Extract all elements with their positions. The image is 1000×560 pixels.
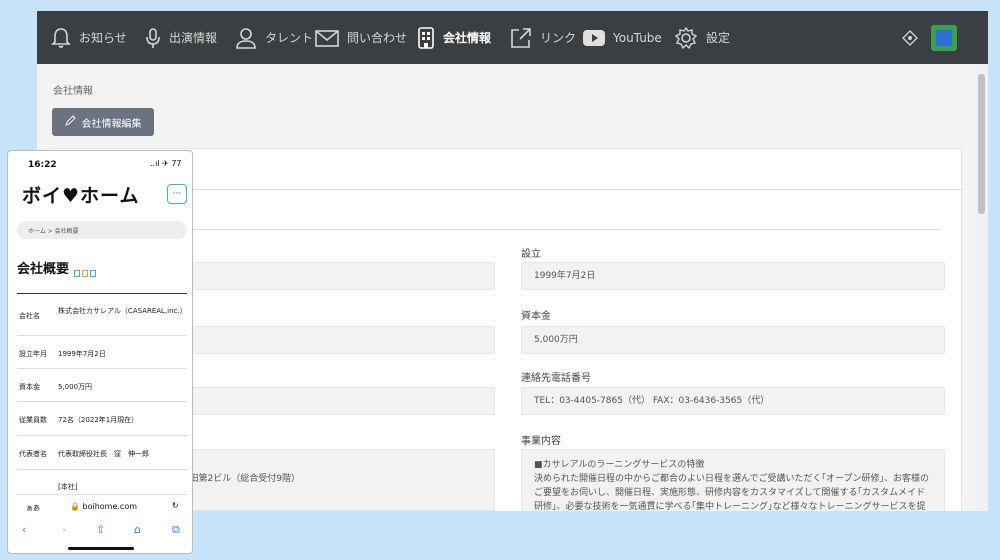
avatar-image [936, 30, 952, 46]
table-row: 代表者名 代表取締役社長 窪 伸一郎 [17, 436, 187, 470]
business-field[interactable]: ■カサレアルのラーニングサービスの特徴 決められた開催日程の中からご都合のよい日… [521, 449, 945, 511]
row-key: 従業員数 [19, 416, 47, 424]
nav-item-contact[interactable]: 問い合わせ [315, 11, 407, 64]
nav-item-news[interactable]: お知らせ [51, 11, 127, 64]
phone-breadcrumb[interactable]: ホーム > 会社概要 [17, 221, 187, 239]
established-field[interactable]: 1999年7月2日 [521, 262, 945, 290]
page-breadcrumb: 会社情報 [53, 86, 93, 97]
nav-label-links: リンク [540, 31, 577, 45]
nav-item-youtube[interactable]: YouTube [583, 11, 662, 64]
reload-icon[interactable]: ↻ [172, 501, 179, 510]
bell-icon [51, 27, 71, 49]
row-value: 株式会社カサレアル（CASAREAL,inc.） [58, 307, 187, 315]
nav-label-company: 会社情報 [443, 31, 492, 45]
gear-icon [674, 26, 698, 50]
top-navigation: お知らせ 出演情報 タレント 問い合わせ 会社情報 リンク YouTube 設定 [37, 11, 988, 64]
user-icon [235, 27, 257, 49]
row-value: 5,000万円 [58, 383, 93, 391]
menu-button[interactable]: ··· [167, 184, 187, 204]
phone-label: 連絡先電話番号 [521, 373, 591, 384]
nav-label-news: お知らせ [79, 31, 127, 45]
youtube-icon [583, 29, 605, 46]
forward-icon[interactable]: › [62, 523, 66, 536]
tabs-icon[interactable]: ⧉ [172, 523, 180, 537]
phone-field[interactable]: TEL：03-4405-7865（代） FAX：03-6436-3565（代） [521, 387, 945, 415]
phone-toolbar: ‹ › ⇧ ⌂ ⧉ [8, 521, 192, 543]
row-key: 会社名 [19, 312, 40, 320]
nav-item-appearances[interactable]: 出演情報 [145, 11, 217, 64]
nav-item-company[interactable]: 会社情報 [417, 11, 491, 64]
table-row: [本社] [17, 470, 187, 494]
table-row: 設立年月 1999年7月2日 [17, 336, 187, 369]
nav-label-settings: 設定 [706, 31, 731, 45]
edit-company-button[interactable]: 会社情報編集 [52, 108, 154, 136]
mail-icon [315, 28, 339, 48]
row-key: 代表者名 [19, 450, 47, 458]
nav-label-talent: タレント [265, 31, 314, 45]
share-icon[interactable]: ⇧ [96, 523, 105, 536]
target-button[interactable] [902, 11, 918, 64]
phone-time: 16:22 [28, 160, 57, 170]
row-key: 資本金 [19, 383, 40, 391]
crosshair-icon [902, 29, 918, 46]
back-icon[interactable]: ‹ [22, 523, 26, 536]
table-row: 従業員数 72名（2022年1月現在） [17, 402, 187, 436]
bookmarks-icon[interactable]: ⌂ [134, 523, 141, 536]
capital-label: 資本金 [521, 311, 551, 322]
nav-label-appearances: 出演情報 [169, 31, 218, 45]
avatar[interactable] [931, 25, 957, 51]
phone-status-icons: ..ıl ✈ 77 [150, 159, 182, 168]
external-link-icon [510, 27, 532, 49]
home-indicator [68, 547, 134, 550]
row-key: 設立年月 [19, 350, 47, 358]
table-row: 会社名 株式会社カサレアル（CASAREAL,inc.） [17, 294, 187, 336]
business-label: 事業内容 [521, 436, 561, 447]
row-value: [本社] [58, 483, 78, 491]
url-text[interactable]: 🔒 boihome.com [70, 502, 137, 511]
page-scrollbar[interactable] [976, 64, 988, 511]
building-icon [417, 26, 435, 49]
established-label: 設立 [521, 249, 541, 260]
table-row: 資本金 5,000万円 [17, 369, 187, 402]
title-decoration [74, 262, 98, 281]
nav-item-links[interactable]: リンク [510, 11, 576, 64]
microphone-icon [145, 27, 161, 49]
phone-url-bar[interactable]: ぁあ 🔒 boihome.com ↻ [14, 494, 188, 518]
nav-label-contact: 問い合わせ [347, 31, 408, 45]
phone-page-title: 会社概要 [17, 262, 70, 277]
scrollbar-thumb[interactable] [978, 74, 985, 214]
row-value: 72名（2022年1月現在） [58, 416, 139, 424]
edit-company-label: 会社情報編集 [81, 118, 142, 130]
phone-status-bar: 16:22 ..ıl ✈ 77 [8, 151, 192, 177]
nav-label-youtube: YouTube [613, 30, 662, 45]
text-size-button[interactable]: ぁあ [26, 503, 40, 513]
nav-item-talent[interactable]: タレント [235, 11, 313, 64]
capital-field[interactable]: 5,000万円 [521, 326, 945, 354]
pencil-icon [64, 115, 76, 129]
site-logo[interactable]: ボイ♥ホーム [22, 181, 139, 208]
row-value: 代表取締役社長 窪 伸一郎 [58, 450, 149, 458]
card-divider [73, 229, 941, 230]
nav-item-settings[interactable]: 設定 [674, 11, 730, 64]
row-value: 1999年7月2日 [58, 350, 106, 358]
phone-screenshot: 16:22 ..ıl ✈ 77 ボイ♥ホーム ··· ホーム > 会社概要 会社… [7, 150, 193, 554]
